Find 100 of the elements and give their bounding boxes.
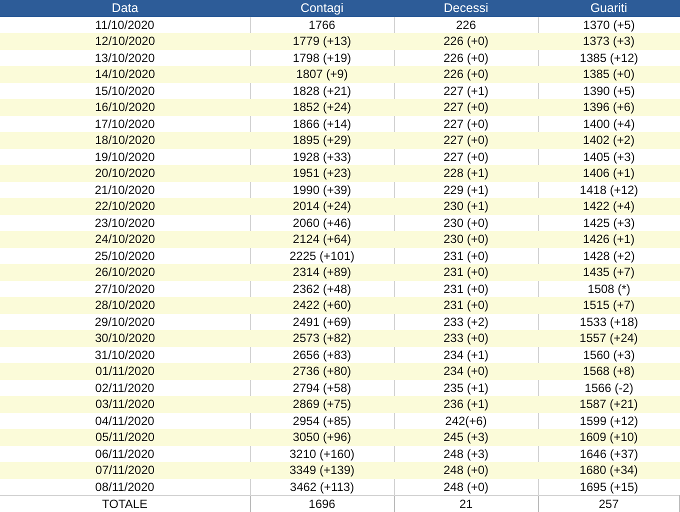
table-cell: 1422 (+4)	[538, 198, 680, 214]
table-cell: 3210 (+160)	[250, 446, 394, 462]
table-cell: 20/10/2020	[0, 165, 250, 182]
table-cell: 1390 (+5)	[538, 82, 680, 99]
table-cell: 231 (+0)	[394, 297, 538, 314]
table-cell: 3050 (+96)	[250, 429, 394, 446]
table-cell: 1928 (+33)	[250, 148, 394, 165]
table-cell: 245 (+3)	[394, 429, 538, 446]
table-cell: 14/10/2020	[0, 66, 250, 82]
table-cell: 227 (+0)	[394, 148, 538, 165]
table-cell: 242(+6)	[394, 412, 538, 429]
table-cell: 1405 (+3)	[538, 148, 680, 165]
table-cell: 2573 (+82)	[250, 330, 394, 346]
table-cell: 2362 (+48)	[250, 280, 394, 297]
table-cell: 22/10/2020	[0, 198, 250, 214]
table-cell: 227 (+0)	[394, 116, 538, 132]
table-cell: 17/10/2020	[0, 116, 250, 132]
table-cell: 03/11/2020	[0, 396, 250, 412]
table-cell: 1370 (+5)	[538, 16, 680, 33]
table-cell: 1435 (+7)	[538, 264, 680, 280]
table-cell: 2060 (+46)	[250, 214, 394, 231]
table-cell: 248 (+0)	[394, 478, 538, 496]
table-cell: 233 (+2)	[394, 314, 538, 330]
table-cell: 1428 (+2)	[538, 248, 680, 264]
table-cell: 15/10/2020	[0, 82, 250, 99]
table-cell: 31/10/2020	[0, 346, 250, 363]
table-cell: 2656 (+83)	[250, 346, 394, 363]
total-cell: 1696	[250, 496, 394, 512]
total-cell: 21	[394, 496, 538, 512]
table-cell: 1695 (+15)	[538, 478, 680, 496]
table-cell: 1402 (+2)	[538, 132, 680, 148]
table-cell: 1828 (+21)	[250, 82, 394, 99]
table-cell: 05/11/2020	[0, 429, 250, 446]
table-cell: 19/10/2020	[0, 148, 250, 165]
table-cell: 231 (+0)	[394, 248, 538, 264]
table-cell: 236 (+1)	[394, 396, 538, 412]
table-cell: 230 (+1)	[394, 198, 538, 214]
table-cell: 2314 (+89)	[250, 264, 394, 280]
table-cell: 2014 (+24)	[250, 198, 394, 214]
table-cell: 1385 (+0)	[538, 66, 680, 82]
table-cell: 24/10/2020	[0, 231, 250, 248]
table-cell: 234 (+1)	[394, 346, 538, 363]
table-cell: 1951 (+23)	[250, 165, 394, 182]
table-cell: 02/11/2020	[0, 380, 250, 396]
table-cell: 1373 (+3)	[538, 33, 680, 50]
table-cell: 26/10/2020	[0, 264, 250, 280]
table-cell: 1609 (+10)	[538, 429, 680, 446]
table-cell: 1766	[250, 16, 394, 33]
table-cell: 1425 (+3)	[538, 214, 680, 231]
table-cell: 27/10/2020	[0, 280, 250, 297]
table-cell: 226 (+0)	[394, 50, 538, 66]
table-cell: 3462 (+113)	[250, 478, 394, 496]
table-cell: 227 (+0)	[394, 132, 538, 148]
table-cell: 1426 (+1)	[538, 231, 680, 248]
table-cell: 1587 (+21)	[538, 396, 680, 412]
table-cell: 1418 (+12)	[538, 182, 680, 198]
table-cell: 2954 (+85)	[250, 412, 394, 429]
table-cell: 30/10/2020	[0, 330, 250, 346]
table-cell: 29/10/2020	[0, 314, 250, 330]
table-cell: 1798 (+19)	[250, 50, 394, 66]
table-cell: 12/10/2020	[0, 33, 250, 50]
table-cell: 07/11/2020	[0, 462, 250, 478]
table-cell: 1895 (+29)	[250, 132, 394, 148]
table-cell: 1560 (+3)	[538, 346, 680, 363]
table-cell: 1807 (+9)	[250, 66, 394, 82]
table-cell: 1515 (+7)	[538, 297, 680, 314]
table-cell: 230 (+0)	[394, 214, 538, 231]
table-cell: 08/11/2020	[0, 478, 250, 496]
table-cell: 248 (+0)	[394, 462, 538, 478]
table-cell: 23/10/2020	[0, 214, 250, 231]
table-cell: 1385 (+12)	[538, 50, 680, 66]
column-header: Data	[0, 0, 250, 16]
table-cell: 2422 (+60)	[250, 297, 394, 314]
table-cell: 227 (+1)	[394, 82, 538, 99]
table-cell: 06/11/2020	[0, 446, 250, 462]
table-cell: 231 (+0)	[394, 264, 538, 280]
table-cell: 226 (+0)	[394, 33, 538, 50]
table-cell: 25/10/2020	[0, 248, 250, 264]
table-cell: 1533 (+18)	[538, 314, 680, 330]
total-cell: TOTALE	[0, 496, 250, 512]
table-cell: 2491 (+69)	[250, 314, 394, 330]
table-cell: 2794 (+58)	[250, 380, 394, 396]
table-cell: 2869 (+75)	[250, 396, 394, 412]
table-cell: 1779 (+13)	[250, 33, 394, 50]
column-header: Guariti	[538, 0, 680, 16]
table-cell: 226 (+0)	[394, 66, 538, 82]
table-cell: 18/10/2020	[0, 132, 250, 148]
table-cell: 1568 (+8)	[538, 363, 680, 380]
table-cell: 16/10/2020	[0, 99, 250, 116]
table-cell: 1866 (+14)	[250, 116, 394, 132]
table-cell: 28/10/2020	[0, 297, 250, 314]
table-cell: 1852 (+24)	[250, 99, 394, 116]
table-cell: 13/10/2020	[0, 50, 250, 66]
table-cell: 1508 (*)	[538, 280, 680, 297]
total-cell: 257	[538, 496, 680, 512]
table-cell: 2124 (+64)	[250, 231, 394, 248]
table-cell: 233 (+0)	[394, 330, 538, 346]
table-cell: 1599 (+12)	[538, 412, 680, 429]
table-cell: 1406 (+1)	[538, 165, 680, 182]
table-cell: 1396 (+6)	[538, 99, 680, 116]
